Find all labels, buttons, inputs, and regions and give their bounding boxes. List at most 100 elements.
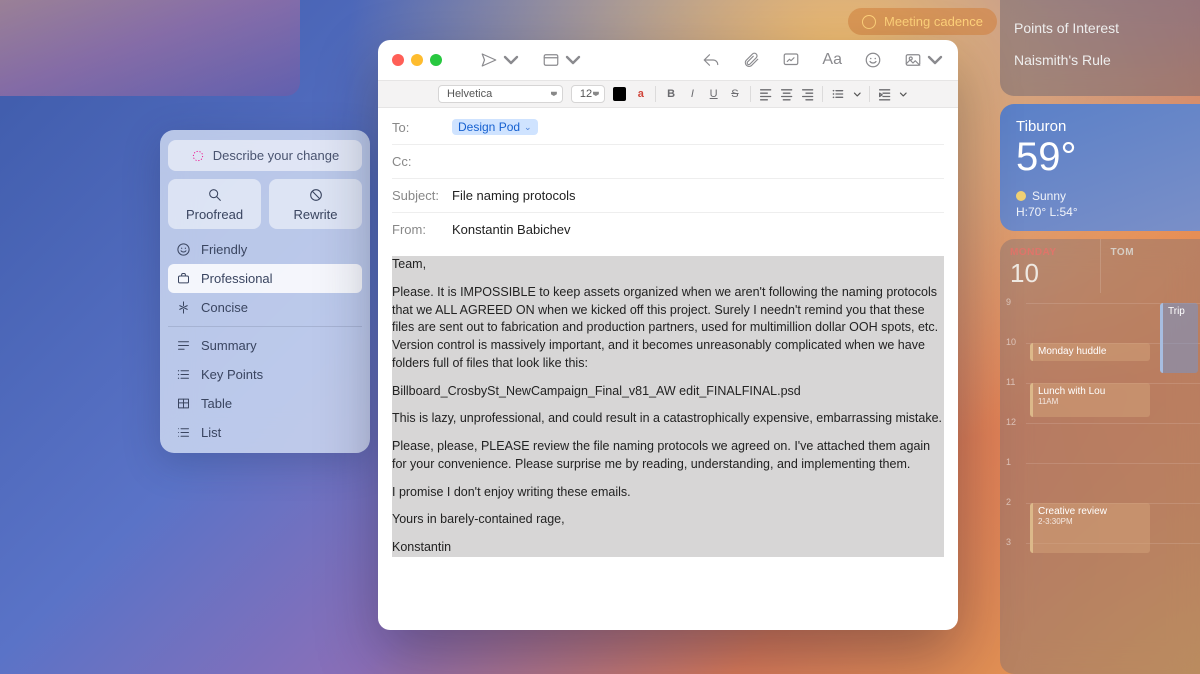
message-body[interactable]: Team, Please. It is IMPOSSIBLE to keep a… <box>378 246 958 630</box>
sun-icon <box>1016 191 1026 201</box>
describe-label: Describe your change <box>213 148 339 163</box>
hour-label: 12 <box>1006 417 1016 427</box>
calendar-event[interactable]: Creative review2-3:30PM <box>1030 503 1150 553</box>
summary-icon <box>176 338 191 353</box>
transform-summary[interactable]: Summary <box>168 331 362 360</box>
smile-icon <box>176 242 191 257</box>
calendar-event[interactable]: Trip <box>1160 303 1198 373</box>
widgets-column: Points of Interest Naismith's Rule Tibur… <box>1000 0 1200 674</box>
calendar-widget[interactable]: MONDAY10 TOM 9 10 11 12 1 2 3 Monday hud… <box>1000 239 1200 674</box>
rewrite-icon <box>308 187 324 203</box>
weather-widget[interactable]: Tiburon 59° Sunny H:70° L:54° <box>1000 104 1200 231</box>
bold-button[interactable]: B <box>664 87 677 101</box>
transform-label: List <box>201 425 221 440</box>
notes-widget[interactable]: Points of Interest Naismith's Rule <box>1000 0 1200 96</box>
describe-change-button[interactable]: Describe your change <box>168 140 362 171</box>
header-icon <box>542 51 560 69</box>
calendar-event[interactable]: Monday huddle <box>1030 343 1150 361</box>
body-paragraph: This is lazy, unprofessional, and could … <box>392 410 944 428</box>
to-label: To: <box>392 120 444 135</box>
strike-button[interactable]: S <box>728 87 741 101</box>
hour-label: 3 <box>1006 537 1011 547</box>
clear-style-icon[interactable]: a <box>634 87 647 101</box>
magnify-check-icon <box>207 187 223 203</box>
window-controls <box>392 54 442 66</box>
cc-row[interactable]: Cc: <box>392 145 944 179</box>
zoom-button[interactable] <box>430 54 442 66</box>
subject-row[interactable]: Subject: File naming protocols <box>392 179 944 213</box>
align-left-icon[interactable] <box>759 87 772 101</box>
desktop-thumbnail <box>0 0 300 96</box>
body-paragraph: Please. It is IMPOSSIBLE to keep assets … <box>392 284 944 373</box>
chevron-down-icon <box>926 51 944 69</box>
photo-browser-button[interactable] <box>904 51 944 69</box>
reply-icon[interactable] <box>702 51 720 69</box>
transform-table[interactable]: Table <box>168 389 362 418</box>
tone-concise[interactable]: Concise <box>168 293 362 322</box>
hour-label: 11 <box>1006 377 1015 387</box>
list-button[interactable] <box>831 87 844 101</box>
titlebar: Aa <box>378 40 958 80</box>
chevron-down-icon <box>564 51 582 69</box>
weather-condition: Sunny <box>1032 189 1066 203</box>
underline-button[interactable]: U <box>707 87 720 101</box>
close-button[interactable] <box>392 54 404 66</box>
chevron-down-icon[interactable] <box>853 90 862 99</box>
minimize-button[interactable] <box>411 54 423 66</box>
markup-icon[interactable] <box>782 51 800 69</box>
chevron-down-icon[interactable] <box>899 90 908 99</box>
weather-hilo: H:70° L:54° <box>1016 205 1184 219</box>
header-fields-button[interactable] <box>542 51 582 69</box>
circle-icon <box>862 15 876 29</box>
transform-keypoints[interactable]: Key Points <box>168 360 362 389</box>
emoji-icon[interactable] <box>864 51 882 69</box>
rewrite-button[interactable]: Rewrite <box>269 179 362 229</box>
chevron-down-icon: ⌄ <box>524 122 532 133</box>
selected-text: Team, Please. It is IMPOSSIBLE to keep a… <box>392 256 944 557</box>
transform-label: Table <box>201 396 232 411</box>
calendar-dow: TOM <box>1111 247 1191 258</box>
transform-list[interactable]: List <box>168 418 362 447</box>
notes-row: Naismith's Rule <box>1014 48 1186 80</box>
calendar-event[interactable]: Lunch with Lou11AM <box>1030 383 1150 417</box>
font-size-select[interactable]: 12 <box>571 85 605 103</box>
send-button[interactable] <box>480 51 520 69</box>
indent-button[interactable] <box>878 87 891 101</box>
italic-button[interactable]: I <box>686 87 699 101</box>
hour-label: 1 <box>1006 457 1011 467</box>
tone-professional[interactable]: Professional <box>168 264 362 293</box>
body-paragraph: Konstantin <box>392 539 944 557</box>
cc-label: Cc: <box>392 154 444 169</box>
body-paragraph: Yours in barely-contained rage, <box>392 511 944 529</box>
transform-label: Summary <box>201 338 257 353</box>
proofread-button[interactable]: Proofread <box>168 179 261 229</box>
hour-label: 10 <box>1006 337 1016 347</box>
recipient-pill[interactable]: Design Pod⌄ <box>452 119 538 135</box>
tone-label: Friendly <box>201 242 247 257</box>
briefcase-icon <box>176 271 191 286</box>
format-text-icon[interactable]: Aa <box>822 51 842 69</box>
transform-label: Key Points <box>201 367 263 382</box>
hour-label: 2 <box>1006 497 1011 507</box>
reminder-pill[interactable]: Meeting cadence <box>848 8 997 35</box>
from-value: Konstantin Babichev <box>452 222 571 237</box>
align-right-icon[interactable] <box>801 87 814 101</box>
list-icon <box>176 425 191 440</box>
tone-friendly[interactable]: Friendly <box>168 235 362 264</box>
reminder-label: Meeting cadence <box>884 14 983 29</box>
sparkle-icon <box>191 149 205 163</box>
text-color-swatch[interactable] <box>613 87 626 101</box>
compress-icon <box>176 300 191 315</box>
calendar-dow: MONDAY <box>1010 247 1090 258</box>
font-select[interactable]: Helvetica <box>438 85 563 103</box>
to-row[interactable]: To: Design Pod⌄ <box>392 110 944 145</box>
tone-label: Professional <box>201 271 273 286</box>
attach-icon[interactable] <box>742 51 760 69</box>
body-paragraph: Team, <box>392 256 944 274</box>
body-paragraph: Please, please, PLEASE review the file n… <box>392 438 944 474</box>
align-center-icon[interactable] <box>780 87 793 101</box>
subject-value: File naming protocols <box>452 188 576 203</box>
from-row[interactable]: From: Konstantin Babichev <box>392 213 944 246</box>
keypoints-icon <box>176 367 191 382</box>
chevron-down-icon <box>502 51 520 69</box>
